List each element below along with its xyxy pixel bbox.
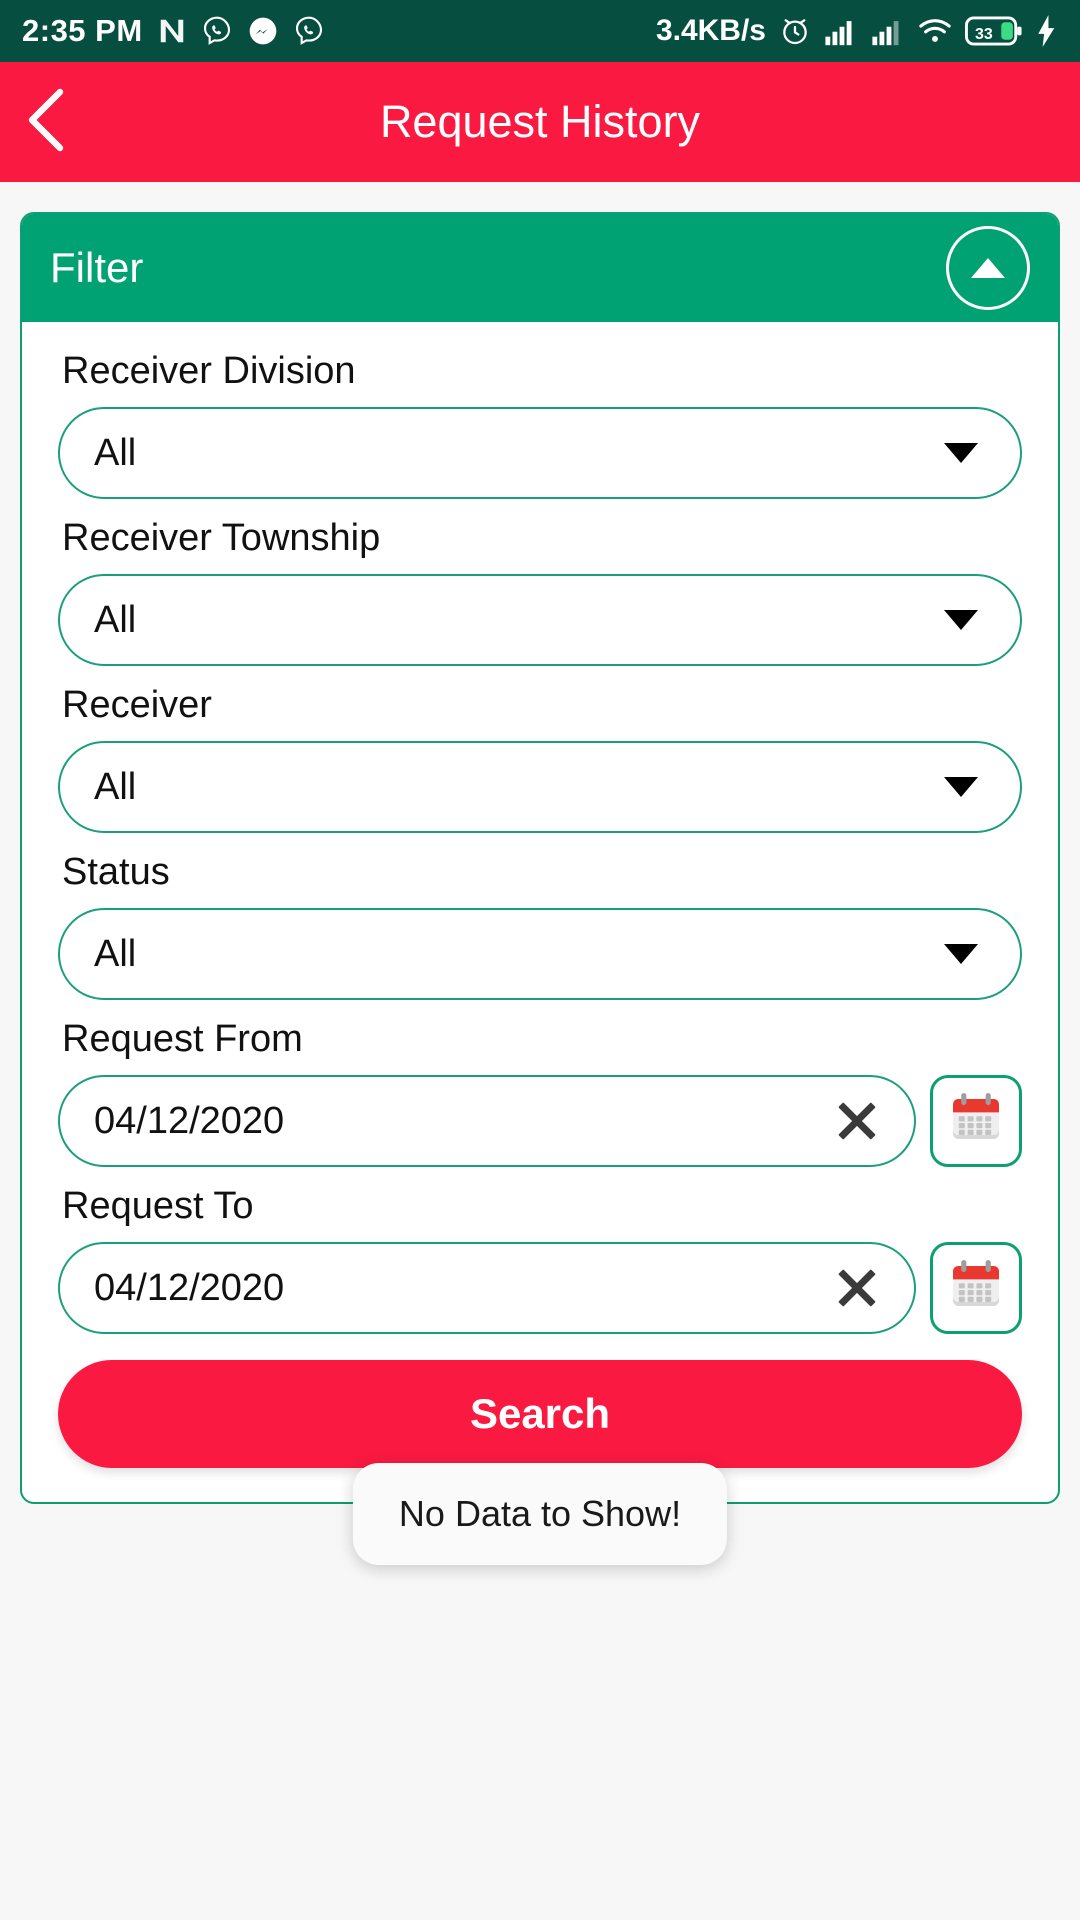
select-receiver[interactable]: All [58,741,1022,833]
filter-card-header[interactable]: Filter [22,214,1058,322]
status-bar-left: 2:35 PM [22,13,325,49]
filter-collapse-button[interactable] [946,226,1030,310]
messenger-icon [247,15,279,47]
status-bar: 2:35 PM 3.4KB/s 33 [0,0,1080,62]
select-receiver-division[interactable]: All [58,407,1022,499]
select-receiver-division-value: All [94,431,137,474]
status-bar-clock: 2:35 PM [22,13,143,48]
input-request-from[interactable]: 04/12/2020 [58,1075,916,1167]
select-status[interactable]: All [58,908,1022,1000]
svg-text:33: 33 [975,26,993,43]
chevron-down-icon [944,777,978,797]
input-request-from-value: 04/12/2020 [94,1099,285,1142]
back-button[interactable] [0,62,92,182]
page-content: Filter Receiver Division All Receiver To… [0,182,1080,1504]
viber-icon [201,15,233,47]
clear-icon[interactable] [834,1098,880,1144]
status-bar-right: 3.4KB/s 33 [656,14,1058,48]
app-bar: Request History [0,62,1080,182]
label-status: Status [62,851,170,893]
signal-icon [824,16,858,46]
viber-icon [293,15,325,47]
select-receiver-township[interactable]: All [58,574,1022,666]
label-request-from: Request From [62,1018,303,1060]
alarm-icon [779,15,811,47]
chevron-down-icon [944,443,978,463]
label-receiver-division: Receiver Division [62,350,356,392]
clear-icon[interactable] [834,1265,880,1311]
chevron-left-icon [20,88,72,157]
nova-launcher-icon [157,16,187,46]
toast-message: No Data to Show! [352,1463,728,1565]
request-to-row: 04/12/2020 [58,1242,1022,1334]
select-receiver-value: All [94,765,137,808]
request-from-row: 04/12/2020 [58,1075,1022,1167]
calendar-icon [944,1254,1008,1323]
network-speed-label: 3.4KB/s [655,14,766,47]
calendar-icon [944,1087,1008,1156]
label-receiver-township: Receiver Township [62,517,381,559]
chevron-up-icon [971,258,1005,278]
request-to-calendar-button[interactable] [930,1242,1022,1334]
chevron-down-icon [944,944,978,964]
select-status-value: All [94,932,137,975]
label-receiver: Receiver [62,684,212,726]
select-receiver-township-value: All [94,598,137,641]
input-request-to[interactable]: 04/12/2020 [58,1242,916,1334]
wifi-icon [918,16,952,46]
battery-icon: 33 [965,15,1023,47]
charging-bolt-icon [1036,15,1058,47]
search-button[interactable]: Search [58,1360,1022,1468]
filter-card-body: Receiver Division All Receiver Township … [22,322,1058,1502]
filter-title: Filter [50,244,144,291]
request-from-calendar-button[interactable] [930,1075,1022,1167]
chevron-down-icon [944,610,978,630]
label-request-to: Request To [62,1185,254,1227]
page-title: Request History [379,96,701,147]
signal-icon [871,16,905,46]
input-request-to-value: 04/12/2020 [94,1266,285,1309]
filter-card: Filter Receiver Division All Receiver To… [20,212,1060,1504]
